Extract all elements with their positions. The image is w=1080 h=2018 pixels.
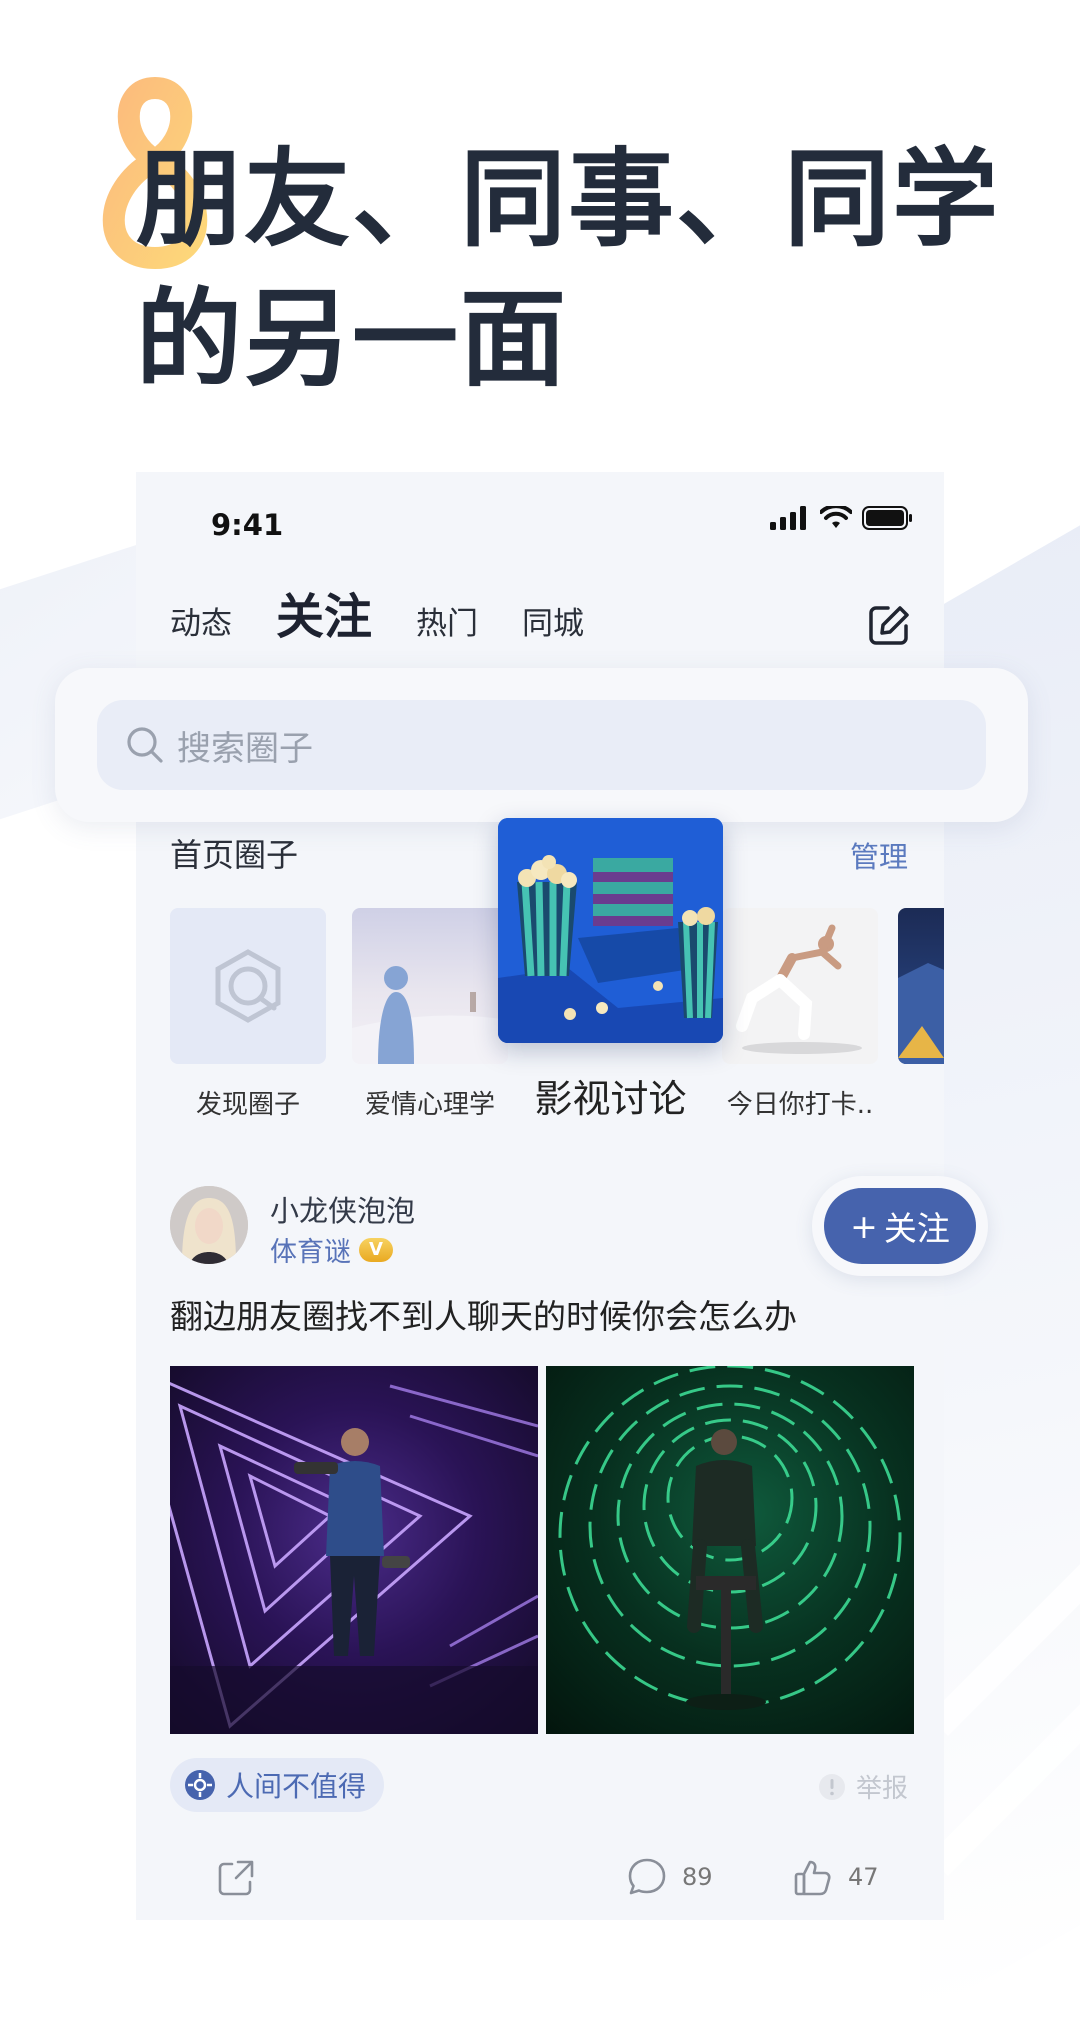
person-silhouette-icon (352, 966, 508, 1064)
search-placeholder: 搜索圈子 (177, 728, 313, 769)
comment-button[interactable]: 89 (626, 1856, 713, 1898)
hero-title: 朋友、同事、同学 的另一面 (136, 130, 1000, 410)
follow-button[interactable]: + 关注 (824, 1188, 976, 1264)
discover-circle-icon (215, 949, 281, 1023)
status-time: 9:41 (211, 508, 284, 542)
circle-thumb (170, 908, 326, 1064)
circle-label: 发现圈子 (195, 1090, 300, 1120)
edit-icon[interactable] (866, 602, 912, 648)
comment-count: 89 (682, 1863, 713, 1891)
circle-thumb (898, 908, 944, 1064)
section-title: 首页圈子 (170, 836, 299, 874)
hero-line-1: 朋友、同事、同学 (136, 138, 1000, 261)
share-icon[interactable] (214, 1856, 258, 1900)
circle-label: 今日你打卡.. (726, 1090, 874, 1120)
search-icon (127, 727, 163, 763)
post-text[interactable]: 翻边朋友圈找不到人聊天的时候你会怎么办 (170, 1290, 797, 1338)
circle-thumb (352, 908, 508, 1064)
status-icons (770, 506, 914, 530)
mountain-night-icon (898, 963, 944, 1064)
tab-local[interactable]: 同城 (522, 604, 584, 644)
neon-triangle-image (170, 1382, 538, 1734)
tab-hot[interactable]: 热门 (416, 604, 478, 644)
thumbs-up-icon (794, 1860, 831, 1896)
signal-icon (770, 506, 806, 530)
runner-icon (736, 924, 862, 1054)
featured-circle-label: 影视讨论 (534, 1077, 687, 1121)
post-author[interactable]: 小龙侠泡泡 (270, 1188, 415, 1230)
search-input[interactable]: 搜索圈子 (97, 700, 986, 790)
post-image[interactable] (170, 1366, 538, 1734)
battery-icon (862, 506, 912, 530)
post-tag: 体育谜 V (270, 1230, 393, 1269)
tab-dynamic[interactable]: 动态 (170, 604, 232, 644)
follow-label: 关注 (883, 1209, 950, 1248)
circle-item[interactable]: 爱 (898, 908, 944, 1121)
circle-item[interactable]: 今日你打卡.. (722, 908, 878, 1121)
circle-label: 爱情心理学 (364, 1090, 495, 1120)
wifi-icon (820, 506, 852, 528)
like-button[interactable]: 47 (792, 1856, 879, 1898)
avatar-portrait (170, 1186, 248, 1264)
comment-icon (628, 1858, 666, 1895)
post-tag-label[interactable]: 体育谜 (270, 1230, 351, 1269)
search-card: 搜索圈子 (55, 668, 1028, 822)
manage-link[interactable]: 管理 (850, 834, 908, 876)
post-image[interactable] (546, 1366, 914, 1734)
report-button[interactable]: 举报 (818, 1768, 908, 1805)
follow-button-wrapper: + 关注 (812, 1176, 988, 1276)
tab-following[interactable]: 关注 (276, 590, 372, 644)
warning-icon (818, 1773, 845, 1800)
circle-item[interactable]: 发现圈子 (170, 908, 326, 1121)
like-count: 47 (848, 1863, 879, 1891)
topic-label: 人间不值得 (226, 1770, 367, 1803)
neon-tunnel-image (558, 1366, 902, 1710)
top-tabs: 动态 关注 热门 同城 (170, 590, 584, 644)
circle-label: 爱 (898, 1084, 944, 1121)
circle-thumb (722, 908, 878, 1064)
popcorn-image (498, 818, 723, 1043)
featured-circle-tile[interactable] (498, 818, 723, 1043)
verified-badge: V (359, 1237, 393, 1262)
topic-icon (185, 1770, 215, 1800)
topic-chip[interactable]: 人间不值得 (170, 1758, 385, 1812)
hero-line-2: 的另一面 (136, 278, 568, 401)
report-label: 举报 (855, 1774, 908, 1804)
avatar[interactable] (170, 1186, 248, 1264)
plus-icon: + (850, 1206, 878, 1246)
circle-item[interactable]: 爱情心理学 (352, 908, 508, 1121)
post-actions: 89 47 (136, 1856, 944, 1906)
